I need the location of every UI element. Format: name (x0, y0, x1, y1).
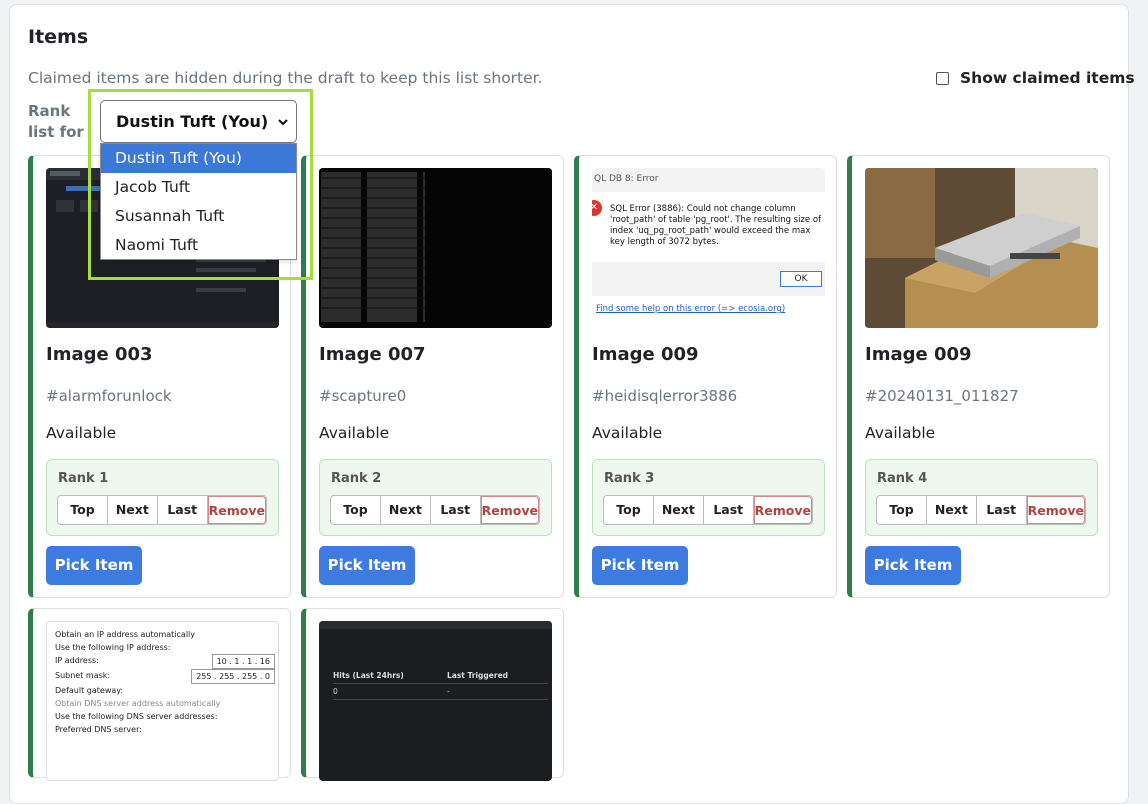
error-icon: ✕ (592, 200, 602, 216)
rank-box: Rank 1 Top Next Last Remove (46, 459, 279, 536)
rank-remove-button[interactable]: Remove (1026, 496, 1085, 524)
item-status: Available (865, 424, 936, 442)
item-status: Available (592, 424, 663, 442)
section-title: Items (28, 26, 89, 48)
rank-list-select[interactable]: Dustin Tuft (You) (100, 100, 297, 143)
item-title: Image 009 (865, 344, 972, 365)
rank-title: Rank 1 (58, 471, 109, 486)
rank-last-button[interactable]: Last (431, 496, 481, 524)
item-title: Image 007 (319, 344, 426, 365)
show-claimed-checkbox[interactable] (936, 71, 949, 85)
chevron-down-icon (278, 119, 288, 126)
net-dns-auto: Obtain DNS server address automatically (55, 699, 221, 708)
rank-last-button[interactable]: Last (977, 496, 1027, 524)
item-thumbnail (319, 168, 552, 328)
item-status: Available (46, 424, 117, 442)
net-dns-pref: Preferred DNS server: (55, 725, 142, 734)
net-gateway-label: Default gateway: (55, 686, 124, 695)
rank-box: Rank 3 Top Next Last Remove (592, 459, 825, 536)
rank-top-button[interactable]: Top (877, 496, 927, 524)
rank-title: Rank 2 (331, 471, 382, 486)
rank-button-group: Top Next Last Remove (603, 495, 813, 525)
net-use-following: Use the following IP address: (55, 643, 171, 652)
rank-last-button[interactable]: Last (704, 496, 754, 524)
pick-item-button[interactable]: Pick Item (46, 546, 142, 585)
error-ok-button: OK (780, 271, 822, 287)
rank-remove-button[interactable]: Remove (480, 496, 539, 524)
net-ip-label: IP address: (55, 656, 99, 665)
item-tag: #heidisqlerror3886 (592, 387, 738, 405)
rank-list-option[interactable]: Naomi Tuft (101, 231, 296, 260)
item-card: Image 009 #20240131_011827 Available Ran… (847, 155, 1110, 598)
item-card: Image 007 #scapture0 Available Rank 2 To… (301, 155, 564, 598)
section-subtitle: Claimed items are hidden during the draf… (28, 69, 543, 87)
pick-item-button[interactable]: Pick Item (592, 546, 688, 585)
rank-list-dropdown: Dustin Tuft (You) Jacob Tuft Susannah Tu… (100, 143, 297, 260)
item-title: Image 003 (46, 344, 153, 365)
item-thumbnail (865, 168, 1098, 328)
item-tag: #alarmforunlock (46, 387, 172, 405)
thumbnail-image (319, 168, 552, 328)
item-thumbnail: Obtain an IP address automatically Use t… (46, 621, 279, 781)
item-card: Obtain an IP address automatically Use t… (28, 608, 291, 781)
rank-box: Rank 2 Top Next Last Remove (319, 459, 552, 536)
rank-top-button[interactable]: Top (604, 496, 654, 524)
show-claimed-toggle[interactable]: Show claimed items (936, 69, 1135, 87)
pick-item-button[interactable]: Pick Item (319, 546, 415, 585)
rank-last-button[interactable]: Last (158, 496, 208, 524)
rank-list-option[interactable]: Susannah Tuft (101, 202, 296, 231)
last-triggered-value: - (447, 687, 450, 696)
item-thumbnail: QL DB 8: Error ✕ SQL Error (3886): Could… (592, 168, 825, 328)
error-dialog-title: QL DB 8: Error (592, 168, 825, 192)
item-card: QL DB 8: Error ✕ SQL Error (3886): Could… (574, 155, 837, 598)
rank-list-selected: Dustin Tuft (You) (116, 112, 269, 131)
rank-next-button[interactable]: Next (381, 496, 431, 524)
thumbnail-image (865, 168, 1098, 328)
show-claimed-label: Show claimed items (960, 69, 1135, 87)
hits-column-header: Hits (Last 24hrs) (333, 671, 404, 680)
rank-title: Rank 4 (877, 471, 928, 486)
item-status: Available (319, 424, 390, 442)
last-triggered-header: Last Triggered (447, 671, 509, 680)
rank-box: Rank 4 Top Next Last Remove (865, 459, 1098, 536)
net-ip-value: 10 . 1 . 1 . 16 (211, 654, 275, 669)
item-card: Hits (Last 24hrs) Last Triggered 0 - (301, 608, 564, 781)
rank-remove-button[interactable]: Remove (207, 496, 266, 524)
net-dns-use: Use the following DNS server addresses: (55, 712, 218, 721)
error-help-link: Find some help on this error (=> ecosia.… (596, 304, 786, 314)
rank-list-option[interactable]: Dustin Tuft (You) (101, 144, 296, 173)
rank-button-group: Top Next Last Remove (57, 495, 267, 525)
rank-list-option[interactable]: Jacob Tuft (101, 173, 296, 202)
net-obtain-auto: Obtain an IP address automatically (55, 630, 196, 639)
rank-remove-button[interactable]: Remove (753, 496, 812, 524)
hits-value: 0 (333, 687, 338, 696)
net-mask-label: Subnet mask: (55, 671, 111, 680)
error-message: SQL Error (3886): Could not change colum… (610, 204, 822, 247)
net-mask-value: 255 . 255 . 255 . 0 (191, 669, 275, 684)
rank-next-button[interactable]: Next (654, 496, 704, 524)
item-tag: #scapture0 (319, 387, 407, 405)
item-tag: #20240131_011827 (865, 387, 1019, 405)
rank-next-button[interactable]: Next (108, 496, 158, 524)
rank-title: Rank 3 (604, 471, 655, 486)
rank-next-button[interactable]: Next (927, 496, 977, 524)
rank-button-group: Top Next Last Remove (330, 495, 540, 525)
pick-item-button[interactable]: Pick Item (865, 546, 961, 585)
rank-top-button[interactable]: Top (58, 496, 108, 524)
rank-list-label: Rank list for (28, 102, 84, 141)
item-title: Image 009 (592, 344, 699, 365)
rank-button-group: Top Next Last Remove (876, 495, 1086, 525)
item-thumbnail: Hits (Last 24hrs) Last Triggered 0 - (319, 621, 552, 781)
rank-top-button[interactable]: Top (331, 496, 381, 524)
